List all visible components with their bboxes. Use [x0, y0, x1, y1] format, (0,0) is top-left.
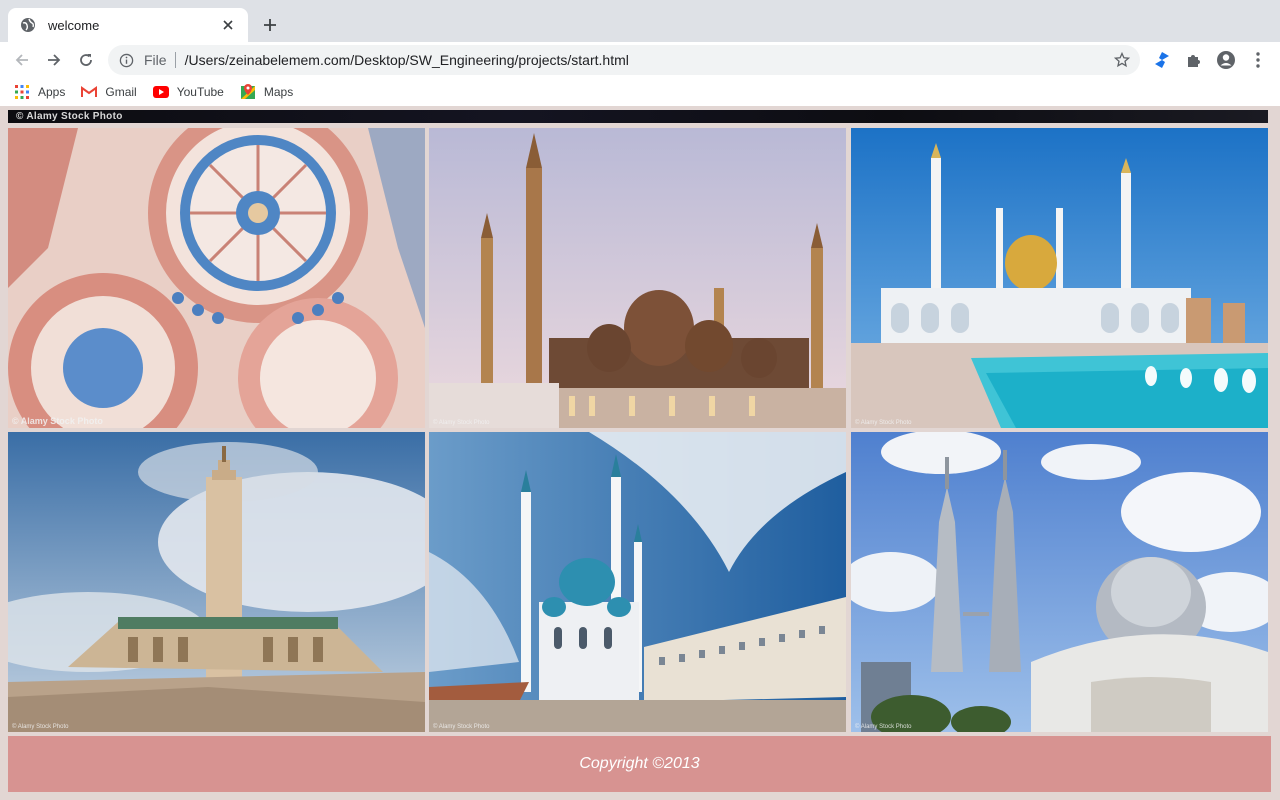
image-credit: © Alamy Stock Photo — [433, 420, 490, 426]
bookmark-gmail[interactable]: Gmail — [81, 80, 137, 104]
reload-button[interactable] — [74, 48, 98, 72]
bookmark-maps[interactable]: Maps — [240, 80, 293, 104]
page-viewport: © Alamy Stock Photo © Alamy Stock Photo … — [0, 106, 1280, 800]
arrow-left-icon — [15, 54, 28, 66]
tab-strip: welcome — [0, 0, 1280, 42]
star-icon[interactable] — [1112, 50, 1132, 70]
extension-icon[interactable] — [1152, 50, 1172, 70]
hero-credit: © Alamy Stock Photo — [16, 111, 123, 122]
new-tab-button[interactable] — [258, 13, 282, 37]
image-credit: © Alamy Stock Photo — [855, 420, 912, 426]
url-scheme-label: File — [144, 52, 167, 68]
url-text[interactable]: /Users/zeinabelemem.com/Desktop/SW_Engin… — [185, 52, 1112, 68]
tab-title: welcome — [48, 17, 100, 33]
youtube-icon — [152, 84, 169, 100]
bookmark-label: Gmail — [105, 85, 137, 99]
puzzle-icon[interactable] — [1184, 50, 1204, 70]
more-menu-icon[interactable] — [1248, 50, 1268, 70]
maps-icon — [240, 84, 256, 100]
apps-grid-icon — [14, 84, 30, 100]
plus-icon — [264, 19, 276, 31]
bookmark-label: Maps — [263, 85, 294, 99]
browser-toolbar: File /Users/zeinabelemem.com/Desktop/SW_… — [0, 42, 1280, 78]
bookmark-apps[interactable]: Apps — [14, 80, 65, 104]
gallery-image-blue-domed-mosque: © Alamy Stock Photo — [429, 432, 846, 732]
gallery-image-dome-interior: © Alamy Stock Photo — [8, 128, 425, 428]
bookmark-youtube[interactable]: YouTube — [152, 80, 224, 104]
browser-tab[interactable]: welcome — [8, 8, 248, 42]
image-credit: © Alamy Stock Photo — [855, 724, 912, 730]
page-footer: Copyright ©2013 — [8, 736, 1271, 792]
reload-icon — [80, 54, 92, 66]
bookmark-label: YouTube — [176, 85, 224, 99]
image-credit: © Alamy Stock Photo — [433, 724, 490, 730]
bookmark-label: Apps — [38, 85, 66, 99]
gallery-image-twin-towers-dome: © Alamy Stock Photo — [851, 432, 1268, 732]
gmail-icon — [81, 84, 98, 100]
copyright-text: Copyright ©2013 — [579, 755, 700, 772]
back-button[interactable] — [10, 48, 34, 72]
bookmarks-bar: Apps Gmail YouTube Maps — [0, 78, 1280, 106]
profile-icon[interactable] — [1216, 50, 1236, 70]
image-credit: © Alamy Stock Photo — [12, 724, 69, 730]
arrow-right-icon — [48, 54, 61, 66]
hero-image-bottom-strip: © Alamy Stock Photo — [8, 110, 1268, 123]
gallery-image-minaret-mosque: © Alamy Stock Photo — [8, 432, 425, 732]
omnibox-divider — [174, 52, 176, 68]
address-bar[interactable]: File /Users/zeinabelemem.com/Desktop/SW_… — [108, 45, 1140, 75]
info-icon[interactable] — [118, 52, 134, 68]
forward-button[interactable] — [42, 48, 66, 72]
gallery-image-golden-mosque: © Alamy Stock Photo — [429, 128, 846, 428]
gallery-image-white-mosque: © Alamy Stock Photo — [851, 128, 1268, 428]
globe-icon — [20, 17, 36, 33]
close-icon[interactable] — [220, 17, 236, 33]
image-credit: © Alamy Stock Photo — [12, 416, 103, 426]
